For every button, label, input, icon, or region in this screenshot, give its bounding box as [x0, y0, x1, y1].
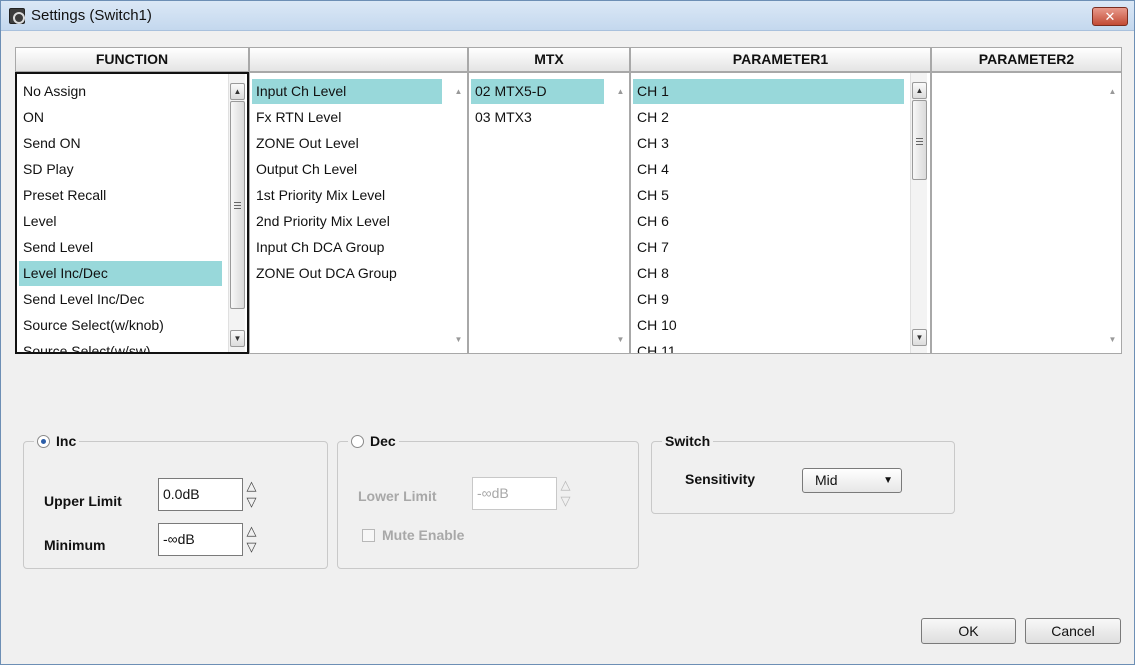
spin-up-icon[interactable]: △: [244, 523, 259, 539]
scroll-down-icon[interactable]: ▼: [450, 331, 467, 348]
spin-down-icon[interactable]: ▽: [244, 494, 259, 510]
upper-limit-spinner[interactable]: △ ▽: [244, 478, 259, 511]
inc-legend[interactable]: Inc: [34, 433, 80, 449]
list-item[interactable]: CH 6: [633, 209, 904, 234]
title-bar: Settings (Switch1) ✕: [1, 1, 1134, 31]
cancel-button[interactable]: Cancel: [1025, 618, 1121, 644]
dec-legend[interactable]: Dec: [348, 433, 399, 449]
list-item[interactable]: Level: [19, 209, 222, 234]
list-item[interactable]: Preset Recall: [19, 183, 222, 208]
list-item[interactable]: CH 10: [633, 313, 904, 338]
sub-function-list[interactable]: Input Ch Level Fx RTN Level ZONE Out Lev…: [249, 72, 468, 354]
sensitivity-select[interactable]: Mid ▼: [802, 468, 902, 493]
inc-radio[interactable]: [37, 435, 50, 448]
sensitivity-label: Sensitivity: [685, 471, 756, 487]
list-item-selected[interactable]: Level Inc/Dec: [19, 261, 222, 286]
scroll-up-icon[interactable]: ▲: [912, 82, 927, 99]
mute-enable-checkbox[interactable]: [362, 529, 375, 542]
scroll-thumb[interactable]: [912, 100, 927, 180]
list-item[interactable]: Send ON: [19, 131, 222, 156]
lower-limit-input[interactable]: -∞dB: [472, 477, 557, 510]
settings-dialog: Settings (Switch1) ✕ FUNCTION MTX PARAME…: [0, 0, 1135, 665]
spin-up-icon[interactable]: △: [244, 478, 259, 494]
list-item[interactable]: CH 11: [633, 339, 904, 353]
list-item[interactable]: Fx RTN Level: [252, 105, 442, 130]
scroll-up-icon[interactable]: ▲: [450, 83, 467, 100]
list-item-selected[interactable]: 02 MTX5-D: [471, 79, 604, 104]
scroll-down-icon[interactable]: ▼: [1104, 331, 1121, 348]
mtx-scrollbar[interactable]: ▲ ▼: [612, 73, 629, 353]
ok-button[interactable]: OK: [921, 618, 1016, 644]
list-item[interactable]: Input Ch DCA Group: [252, 235, 442, 260]
dec-group: Dec Lower Limit -∞dB △ ▽ Mute Enable: [337, 433, 639, 569]
sensitivity-value: Mid: [815, 472, 838, 488]
switch-group: Switch Sensitivity Mid ▼: [651, 433, 955, 514]
upper-limit-label: Upper Limit: [44, 493, 122, 509]
function-scrollbar[interactable]: ▲ ▼: [228, 74, 245, 352]
list-item-selected[interactable]: CH 1: [633, 79, 904, 104]
list-item-selected[interactable]: Input Ch Level: [252, 79, 442, 104]
app-icon: [9, 8, 25, 24]
list-item[interactable]: CH 2: [633, 105, 904, 130]
list-item[interactable]: ON: [19, 105, 222, 130]
list-item[interactable]: Send Level Inc/Dec: [19, 287, 222, 312]
lower-limit-label: Lower Limit: [358, 488, 437, 504]
function-list[interactable]: No Assign ON Send ON SD Play Preset Reca…: [15, 72, 249, 354]
list-item[interactable]: 2nd Priority Mix Level: [252, 209, 442, 234]
list-item[interactable]: Output Ch Level: [252, 157, 442, 182]
parameter2-list[interactable]: ▲ ▼: [931, 72, 1122, 354]
close-button[interactable]: ✕: [1092, 7, 1128, 26]
list-item[interactable]: ZONE Out Level: [252, 131, 442, 156]
upper-limit-input[interactable]: 0.0dB: [158, 478, 243, 511]
list-item[interactable]: CH 4: [633, 157, 904, 182]
list-item[interactable]: Source Select(w/knob): [19, 313, 222, 338]
minimum-label: Minimum: [44, 537, 106, 553]
list-item[interactable]: 03 MTX3: [471, 105, 604, 130]
minimum-spinner[interactable]: △ ▽: [244, 523, 259, 556]
parameter1-list[interactable]: CH 1 CH 2 CH 3 CH 4 CH 5 CH 6 CH 7 CH 8 …: [630, 72, 931, 354]
scroll-down-icon[interactable]: ▼: [230, 330, 245, 347]
list-item[interactable]: Source Select(w/sw): [19, 339, 222, 352]
switch-legend: Switch: [662, 433, 714, 449]
spin-down-icon[interactable]: ▽: [244, 539, 259, 555]
list-item[interactable]: SD Play: [19, 157, 222, 182]
list-item[interactable]: 1st Priority Mix Level: [252, 183, 442, 208]
scroll-thumb[interactable]: [230, 101, 245, 309]
list-item[interactable]: CH 5: [633, 183, 904, 208]
scroll-up-icon[interactable]: ▲: [1104, 83, 1121, 100]
header-parameter2: PARAMETER2: [931, 47, 1122, 72]
window-title: Settings (Switch1): [31, 7, 152, 24]
spin-down-icon[interactable]: ▽: [558, 493, 573, 509]
scroll-up-icon[interactable]: ▲: [612, 83, 629, 100]
scroll-up-icon[interactable]: ▲: [230, 83, 245, 100]
inc-label: Inc: [56, 433, 77, 449]
sub-function-scrollbar[interactable]: ▲ ▼: [450, 73, 467, 353]
list-item[interactable]: CH 8: [633, 261, 904, 286]
header-mtx: MTX: [468, 47, 630, 72]
list-item[interactable]: CH 3: [633, 131, 904, 156]
header-sub: [249, 47, 468, 72]
header-parameter1: PARAMETER1: [630, 47, 931, 72]
list-item[interactable]: CH 7: [633, 235, 904, 260]
list-item[interactable]: No Assign: [19, 79, 222, 104]
list-item[interactable]: CH 9: [633, 287, 904, 312]
parameter1-scrollbar[interactable]: ▲ ▼: [910, 73, 927, 353]
dec-label: Dec: [370, 433, 396, 449]
list-item[interactable]: ZONE Out DCA Group: [252, 261, 442, 286]
inc-group: Inc Upper Limit 0.0dB △ ▽ Minimum -∞dB △…: [23, 433, 328, 569]
scroll-down-icon[interactable]: ▼: [612, 331, 629, 348]
minimum-input[interactable]: -∞dB: [158, 523, 243, 556]
lower-limit-spinner[interactable]: △ ▽: [558, 477, 573, 510]
list-item[interactable]: Send Level: [19, 235, 222, 260]
mute-enable-label: Mute Enable: [382, 527, 465, 543]
parameter2-scrollbar[interactable]: ▲ ▼: [1104, 73, 1121, 353]
dec-radio[interactable]: [351, 435, 364, 448]
mtx-list[interactable]: 02 MTX5-D 03 MTX3 ▲ ▼: [468, 72, 630, 354]
scroll-down-icon[interactable]: ▼: [912, 329, 927, 346]
header-function: FUNCTION: [15, 47, 249, 72]
spin-up-icon[interactable]: △: [558, 477, 573, 493]
chevron-down-icon: ▼: [883, 475, 893, 486]
